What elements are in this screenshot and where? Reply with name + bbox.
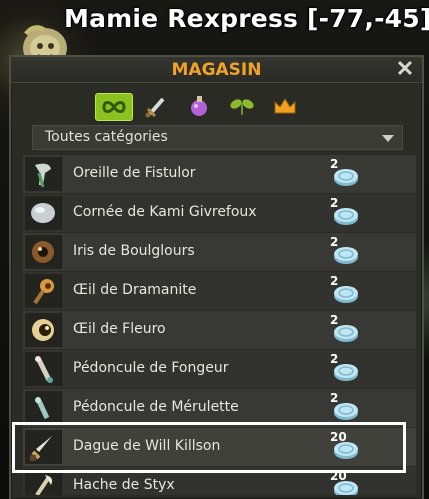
tab-all[interactable] bbox=[95, 93, 133, 121]
cornea-icon bbox=[31, 203, 55, 223]
list-item[interactable]: Œil de Fleuro 2 bbox=[23, 311, 416, 349]
category-dropdown[interactable]: Toutes catégories bbox=[32, 125, 403, 150]
item-name: Iris de Boulglours bbox=[73, 243, 195, 259]
crown-icon bbox=[274, 98, 296, 114]
eye-stalk-icon bbox=[33, 279, 54, 305]
stalk-icon bbox=[35, 356, 53, 383]
selection-highlight bbox=[12, 422, 406, 473]
item-icon bbox=[25, 235, 62, 269]
sword-icon bbox=[145, 97, 165, 118]
item-name: Pédoncule de Mérulette bbox=[73, 399, 239, 415]
item-icon bbox=[25, 274, 62, 308]
tab-cosmetics[interactable] bbox=[267, 93, 303, 119]
item-icon bbox=[25, 196, 62, 230]
chevron-down-icon bbox=[382, 135, 394, 142]
item-name: Œil de Dramanite bbox=[73, 282, 197, 298]
kama-coin-icon bbox=[334, 247, 358, 264]
list-item[interactable]: Pédoncule de Fongeur 2 bbox=[23, 350, 416, 388]
ear-icon bbox=[35, 163, 51, 188]
tab-weapons[interactable] bbox=[138, 93, 174, 119]
item-name: Œil de Fleuro bbox=[73, 321, 166, 337]
list-item[interactable]: Cornée de Kami Givrefoux 2 bbox=[23, 194, 416, 232]
leaf-icon bbox=[230, 99, 254, 115]
infinity-icon bbox=[102, 101, 126, 113]
eye-icon bbox=[32, 319, 54, 341]
close-icon[interactable]: ✕ bbox=[394, 58, 416, 80]
item-name: Hache de Styx bbox=[73, 477, 175, 493]
map-location-title: Mamie Rexpress [-77,-45] bbox=[64, 4, 429, 33]
kama-coin-icon bbox=[334, 403, 358, 420]
tab-resources[interactable] bbox=[224, 93, 260, 119]
item-name: Cornée de Kami Givrefoux bbox=[73, 204, 257, 220]
kama-coin-icon bbox=[334, 208, 358, 225]
item-icon bbox=[25, 352, 62, 386]
list-item[interactable]: Oreille de Fistulor 2 bbox=[23, 155, 416, 193]
item-icon bbox=[25, 391, 62, 425]
item-name: Pédoncule de Fongeur bbox=[73, 360, 229, 376]
item-name: Oreille de Fistulor bbox=[73, 165, 196, 181]
kama-coin-icon bbox=[334, 481, 358, 495]
kama-coin-icon bbox=[334, 364, 358, 381]
potion-icon bbox=[191, 96, 207, 116]
list-item[interactable]: Iris de Boulglours 2 bbox=[23, 233, 416, 271]
stalk-icon bbox=[35, 397, 50, 420]
iris-icon bbox=[32, 241, 54, 263]
item-icon bbox=[25, 313, 62, 347]
item-icon bbox=[25, 157, 62, 191]
category-selected-value: Toutes catégories bbox=[45, 129, 168, 145]
kama-coin-icon bbox=[334, 325, 358, 342]
panel-title: MAGASIN bbox=[171, 60, 262, 80]
list-item[interactable]: Œil de Dramanite 2 bbox=[23, 272, 416, 310]
tab-consumables[interactable] bbox=[181, 93, 217, 119]
kama-coin-icon bbox=[334, 286, 358, 303]
panel-header: MAGASIN ✕ bbox=[11, 57, 422, 83]
kama-coin-icon bbox=[334, 169, 358, 186]
